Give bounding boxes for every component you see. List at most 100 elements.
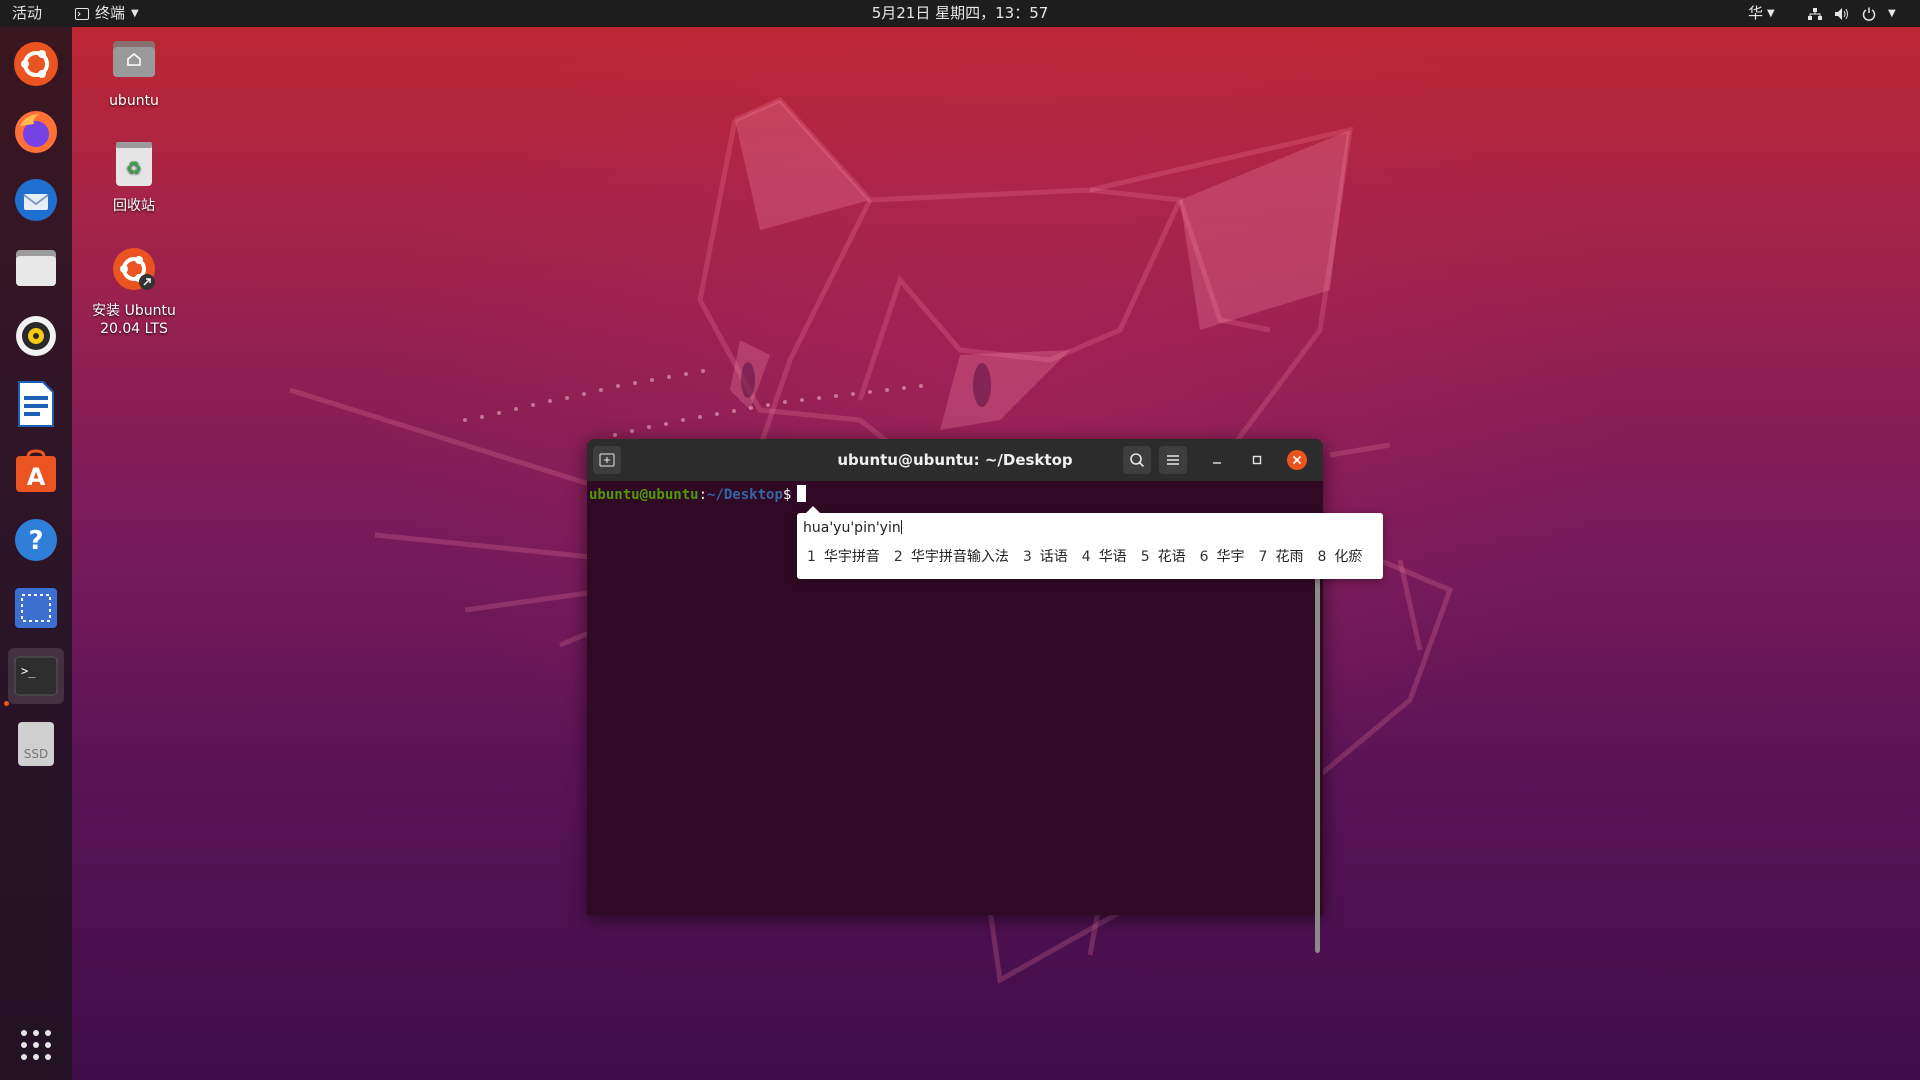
desktop-icon-home[interactable]: ubuntu	[84, 35, 184, 110]
ime-preedit-text: hua'yu'pin'yin	[803, 520, 901, 536]
prompt-path: ~/Desktop	[707, 487, 783, 503]
ime-candidate[interactable]: 6 华宇	[1200, 548, 1245, 566]
dock-item-ssd[interactable]: SSD	[8, 716, 64, 772]
terminal-cursor	[797, 485, 807, 502]
dock: A ? >_ SSD	[0, 27, 72, 1080]
ime-candidate[interactable]: 1 华宇拼音	[807, 548, 880, 566]
search-button[interactable]	[1123, 446, 1151, 474]
power-icon	[1862, 7, 1876, 21]
svg-text:>_: >_	[21, 664, 36, 678]
terminal-icon: >_	[14, 656, 58, 696]
ime-candidate-list: 1 华宇拼音 2 华宇拼音输入法 3 话语 4 华语 5 花语 6 华宇 7 花雨 8 化瘀	[807, 548, 1362, 566]
prompt-dollar: $	[782, 487, 792, 503]
dock-item-firefox[interactable]	[8, 104, 64, 160]
candidate-text: 华宇拼音输入法	[910, 549, 1009, 565]
software-center-icon: A	[16, 449, 56, 492]
terminal-scrollbar[interactable]	[1315, 525, 1320, 953]
dock-item-thunderbird[interactable]	[8, 172, 64, 228]
menu-button[interactable]	[1159, 446, 1187, 474]
svg-text:A: A	[27, 463, 46, 491]
ime-candidate[interactable]: 8 化瘀	[1317, 548, 1362, 566]
desktop-icon-label: 安装 Ubuntu 20.04 LTS	[92, 303, 176, 337]
ime-candidate[interactable]: 4 华语	[1082, 548, 1127, 566]
maximize-icon	[1252, 455, 1262, 465]
dock-item-screenshot[interactable]	[8, 580, 64, 636]
maximize-button[interactable]	[1243, 446, 1271, 474]
trash-icon: ♻	[116, 142, 152, 186]
ssd-label: SSD	[24, 747, 48, 761]
ubuntu-installer-icon	[113, 248, 155, 290]
svg-text:♻: ♻	[126, 158, 142, 179]
input-method-indicator[interactable]: 华 ▼	[1748, 0, 1775, 27]
prompt-colon: :	[698, 487, 708, 503]
search-icon	[1130, 453, 1145, 468]
ime-candidate-popup: hua'yu'pin'yin 1 华宇拼音 2 华宇拼音输入法 3 话语 4 华语 5花…	[797, 506, 1383, 579]
close-button[interactable]	[1283, 446, 1311, 474]
candidate-number: 2	[893, 549, 903, 565]
clock-label: 5月21日 星期四，13：57	[871, 4, 1049, 22]
candidate-number: 5	[1140, 549, 1150, 565]
ime-candidate[interactable]: 2 华宇拼音输入法	[894, 548, 1009, 566]
clock-button[interactable]: 5月21日 星期四，13：57	[0, 0, 1920, 27]
candidate-text: 花雨	[1275, 549, 1304, 565]
terminal-window[interactable]: ubuntu@ubuntu: ~/Desktop ubuntu@ubuntu:~…	[587, 439, 1323, 953]
input-method-label: 华	[1748, 4, 1764, 22]
libreoffice-writer-icon	[18, 381, 54, 427]
files-icon	[16, 250, 56, 286]
candidate-number: 8	[1317, 549, 1327, 565]
close-icon	[1287, 450, 1307, 470]
screenshot-icon	[15, 588, 57, 628]
running-indicator	[4, 701, 9, 706]
dock-item-help[interactable]: ?	[8, 512, 64, 568]
terminal-titlebar[interactable]: ubuntu@ubuntu: ~/Desktop	[587, 439, 1323, 481]
dock-item-files[interactable]	[8, 240, 64, 296]
home-folder-icon	[113, 41, 155, 77]
desktop-icon-label: 回收站	[113, 198, 155, 214]
show-applications-button[interactable]	[8, 1017, 64, 1073]
thunderbird-icon	[15, 179, 57, 221]
system-menu-button[interactable]: ▼	[1808, 0, 1896, 27]
ime-popup-arrow	[805, 506, 821, 514]
hamburger-menu-icon	[1167, 455, 1179, 465]
candidate-text: 华语	[1098, 549, 1127, 565]
dock-item-libreoffice-writer[interactable]	[8, 376, 64, 432]
desktop-icon-install-ubuntu[interactable]: 安装 Ubuntu 20.04 LTS	[84, 245, 184, 338]
candidate-text: 华宇	[1216, 549, 1245, 565]
candidate-number: 6	[1199, 549, 1209, 565]
volume-icon	[1835, 7, 1848, 20]
candidate-number: 1	[807, 549, 816, 565]
ime-candidate[interactable]: 7 花雨	[1259, 548, 1304, 566]
ime-preedit: hua'yu'pin'yin	[803, 519, 902, 537]
rhythmbox-icon	[16, 316, 56, 356]
ime-candidate[interactable]: 5 花语	[1141, 548, 1186, 566]
dock-item-ubuntu-installer[interactable]	[8, 36, 64, 92]
candidate-text: 话语	[1039, 549, 1068, 565]
ime-candidate[interactable]: 3 话语	[1023, 548, 1068, 566]
candidate-text: 化瘀	[1334, 549, 1363, 565]
candidate-number: 4	[1081, 549, 1091, 565]
ubuntu-installer-icon	[14, 42, 58, 86]
chevron-down-icon: ▼	[1888, 8, 1896, 19]
firefox-icon	[15, 111, 57, 153]
ime-caret	[900, 520, 902, 534]
candidate-number: 7	[1258, 549, 1268, 565]
ssd-drive-icon: SSD	[18, 722, 54, 766]
show-applications-icon	[21, 1030, 51, 1060]
candidate-text: 华宇拼音	[823, 549, 880, 565]
desktop-icon-label: ubuntu	[109, 93, 159, 109]
candidate-number: 3	[1022, 549, 1032, 565]
help-icon: ?	[15, 519, 57, 561]
dock-item-software[interactable]: A	[8, 444, 64, 500]
minimize-icon	[1213, 462, 1221, 464]
dock-item-terminal[interactable]: >_	[8, 648, 64, 704]
candidate-text: 花语	[1157, 549, 1186, 565]
svg-text:?: ?	[28, 526, 43, 556]
network-icon	[1808, 7, 1822, 20]
prompt-user-host: ubuntu@ubuntu	[589, 487, 699, 503]
minimize-button[interactable]	[1203, 446, 1231, 474]
dock-item-rhythmbox[interactable]	[8, 308, 64, 364]
desktop-icon-trash[interactable]: ♻ 回收站	[84, 140, 184, 215]
chevron-down-icon: ▼	[1767, 8, 1775, 19]
prompt-line: ubuntu@ubuntu:~/Desktop$	[589, 485, 807, 504]
top-bar: 活动 终端 ▼ 5月21日 星期四，13：57 华 ▼ ▼	[0, 0, 1920, 27]
